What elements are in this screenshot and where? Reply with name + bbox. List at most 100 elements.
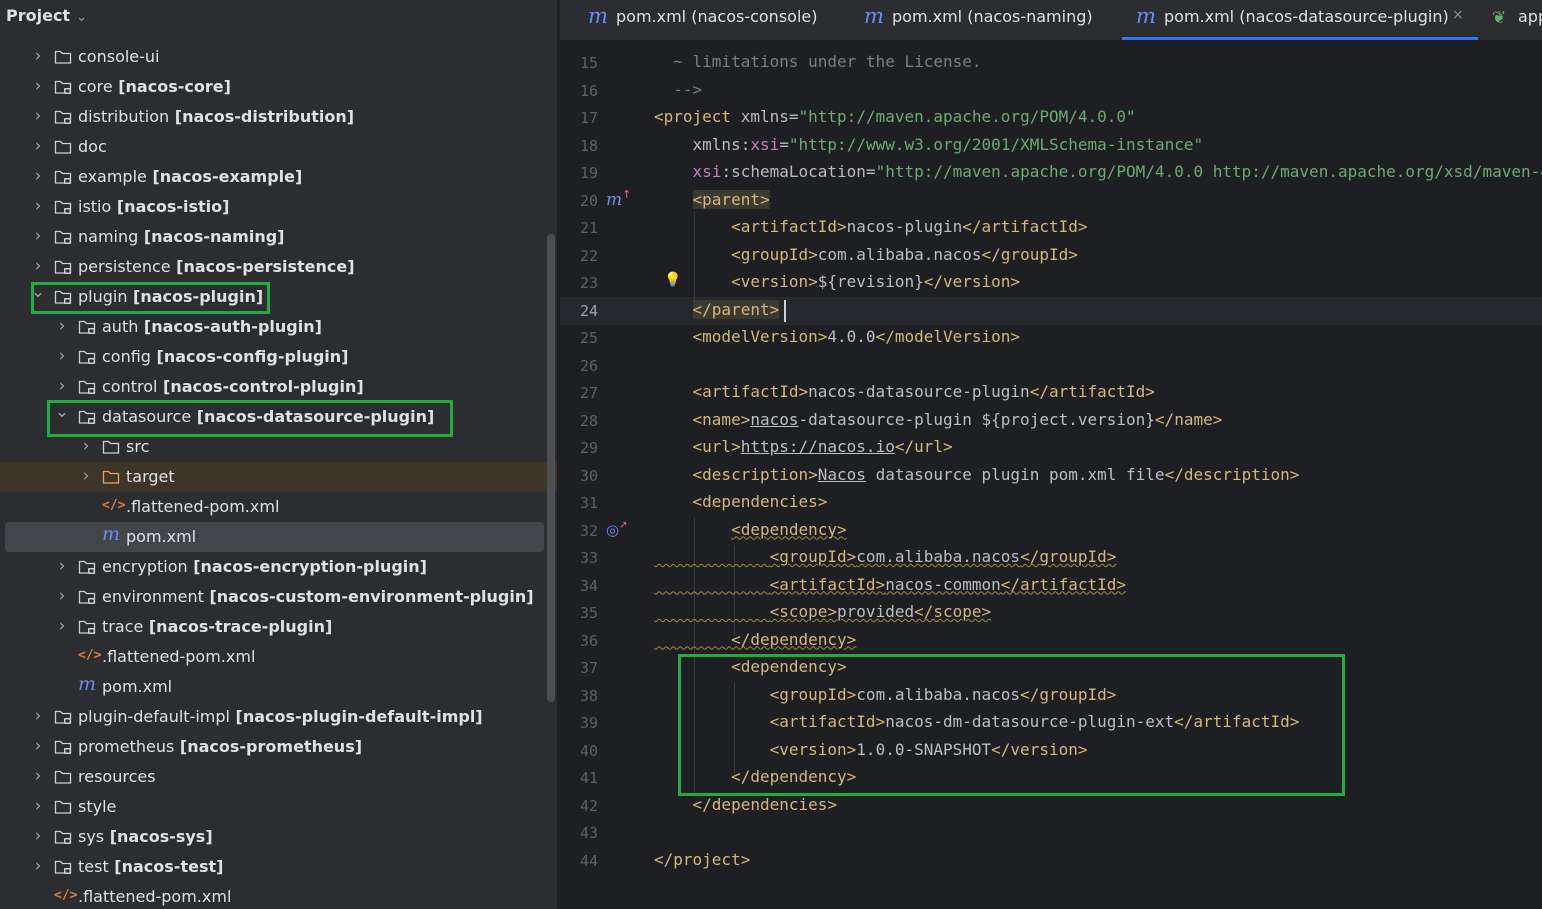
tab-app[interactable]: ❦ app bbox=[1492, 0, 1542, 40]
code-line[interactable]: <modelVersion>4.0.0</modelVersion> bbox=[654, 327, 1021, 346]
module-name: [nacos-config-plugin] bbox=[150, 347, 349, 366]
code-line[interactable]: <name>nacos-datasource-plugin ${project.… bbox=[654, 410, 1223, 429]
highlight-box-new-dependency bbox=[678, 654, 1345, 796]
line-number: 42 bbox=[579, 796, 598, 815]
tree-item-resources[interactable]: › resources bbox=[0, 762, 557, 792]
chevron-right-icon[interactable]: › bbox=[54, 586, 70, 606]
project-view-selector[interactable]: Project ⌄ bbox=[6, 6, 87, 25]
chevron-right-icon[interactable]: › bbox=[30, 826, 46, 846]
tree-item-core[interactable]: › core [nacos-core] bbox=[0, 72, 557, 102]
tree-item-pom-xml[interactable]: m pom.xml bbox=[0, 522, 557, 552]
chevron-right-icon[interactable]: › bbox=[78, 466, 94, 486]
close-icon[interactable]: × bbox=[1452, 7, 1464, 23]
tree-item-doc[interactable]: › doc bbox=[0, 132, 557, 162]
chevron-right-icon[interactable]: › bbox=[30, 106, 46, 126]
tab-pom-xml-nacos-console[interactable]: m pom.xml (nacos-console) bbox=[588, 0, 848, 40]
tree-item-encryption[interactable]: › encryption [nacos-encryption-plugin] bbox=[0, 552, 557, 582]
chevron-right-icon[interactable]: › bbox=[30, 46, 46, 66]
tree-item-trace[interactable]: › trace [nacos-trace-plugin] bbox=[0, 612, 557, 642]
code-line[interactable]: <scope>provided</scope> bbox=[654, 602, 992, 621]
tab-pom-xml-nacos-naming[interactable]: m pom.xml (nacos-naming) bbox=[864, 0, 1126, 40]
tree-item-test[interactable]: › test [nacos-test] bbox=[0, 852, 557, 882]
tree-item-persistence[interactable]: › persistence [nacos-persistence] bbox=[0, 252, 557, 282]
chevron-right-icon[interactable]: › bbox=[30, 856, 46, 876]
tree-item-pom-xml[interactable]: m pom.xml bbox=[0, 672, 557, 702]
code-line[interactable]: </parent> bbox=[654, 299, 780, 319]
code-line[interactable]: <version>${revision}</version> bbox=[654, 272, 1020, 291]
tree-item-label: istio [nacos-istio] bbox=[78, 195, 229, 219]
code-line[interactable]: <artifactId>nacos-plugin</artifactId> bbox=[654, 217, 1087, 236]
tree-item-prometheus[interactable]: › prometheus [nacos-prometheus] bbox=[0, 732, 557, 762]
code-line[interactable]: <project xmlns="http://maven.apache.org/… bbox=[654, 107, 1136, 126]
chevron-right-icon[interactable]: › bbox=[54, 316, 70, 336]
sidebar-scrollbar[interactable] bbox=[547, 234, 555, 702]
tree-item-example[interactable]: › example [nacos-example] bbox=[0, 162, 557, 192]
code-line[interactable]: <groupId>com.alibaba.nacos</groupId> bbox=[654, 547, 1117, 566]
code-line[interactable]: <dependency> bbox=[654, 520, 847, 539]
tree-item-label: console-ui bbox=[78, 45, 160, 69]
tab-pom-xml-nacos-datasource-plugin[interactable]: m pom.xml (nacos-datasource-plugin) × bbox=[1122, 0, 1481, 40]
code-line[interactable]: xsi:schemaLocation="http://maven.apache.… bbox=[654, 162, 1542, 181]
chevron-right-icon[interactable]: › bbox=[30, 736, 46, 756]
line-number: 37 bbox=[579, 659, 598, 677]
tree-item-console-ui[interactable]: › console-ui bbox=[0, 42, 557, 72]
code-line[interactable]: </dependency> bbox=[654, 630, 856, 649]
code-line[interactable]: <dependencies> bbox=[654, 492, 828, 511]
chevron-right-icon[interactable]: › bbox=[54, 346, 70, 366]
chevron-right-icon[interactable]: › bbox=[30, 196, 46, 216]
code-line[interactable]: --> bbox=[654, 80, 702, 99]
chevron-right-icon[interactable]: › bbox=[54, 376, 70, 396]
folder-icon bbox=[54, 800, 72, 814]
code-line[interactable]: <artifactId>nacos-common</artifactId> bbox=[654, 575, 1126, 594]
tree-item-control[interactable]: › control [nacos-control-plugin] bbox=[0, 372, 557, 402]
code-line[interactable]: <url>https://nacos.io</url> bbox=[654, 437, 953, 456]
chevron-right-icon[interactable]: › bbox=[30, 136, 46, 156]
tree-item-istio[interactable]: › istio [nacos-istio] bbox=[0, 192, 557, 222]
chevron-right-icon[interactable]: › bbox=[30, 706, 46, 726]
chevron-right-icon[interactable]: › bbox=[30, 166, 46, 186]
tree-item-distribution[interactable]: › distribution [nacos-distribution] bbox=[0, 102, 557, 132]
tree-item-flattened-pom-xml[interactable]: </> .flattened-pom.xml bbox=[0, 882, 557, 909]
tree-item-label: control [nacos-control-plugin] bbox=[102, 375, 364, 399]
code-line[interactable]: ~ limitations under the License. bbox=[654, 52, 981, 71]
item-name: istio bbox=[78, 197, 112, 216]
tree-item-label: environment [nacos-custom-environment-pl… bbox=[102, 585, 534, 609]
tree-item-environment[interactable]: › environment [nacos-custom-environment-p… bbox=[0, 582, 557, 612]
maven-icon: m bbox=[1136, 4, 1156, 28]
tree-item-config[interactable]: › config [nacos-config-plugin] bbox=[0, 342, 557, 372]
chevron-right-icon[interactable]: › bbox=[30, 796, 46, 816]
code-line[interactable]: <description>Nacos datasource plugin pom… bbox=[654, 465, 1300, 484]
tree-item-plugin-default-impl[interactable]: › plugin-default-impl [nacos-plugin-defau… bbox=[0, 702, 557, 732]
code-line[interactable]: </dependencies> bbox=[654, 795, 838, 814]
chevron-right-icon[interactable]: › bbox=[78, 436, 94, 456]
tree-item-sys[interactable]: › sys [nacos-sys] bbox=[0, 822, 557, 852]
override-up-icon[interactable]: m↑ bbox=[606, 188, 631, 210]
chevron-right-icon[interactable]: › bbox=[30, 76, 46, 96]
tree-item-naming[interactable]: › naming [nacos-naming] bbox=[0, 222, 557, 252]
code-line[interactable]: </project> bbox=[654, 850, 750, 869]
tree-item-flattened-pom-xml[interactable]: </> .flattened-pom.xml bbox=[0, 492, 557, 522]
code-line[interactable]: xmlns:xsi="http://www.w3.org/2001/XMLSch… bbox=[654, 135, 1204, 154]
module-folder-icon bbox=[54, 80, 72, 94]
dependency-target-icon[interactable]: ◎↗ bbox=[606, 520, 627, 539]
tree-item-auth[interactable]: › auth [nacos-auth-plugin] bbox=[0, 312, 557, 342]
code-line[interactable]: <artifactId>nacos-datasource-plugin</art… bbox=[654, 382, 1155, 401]
code-line[interactable]: <parent> bbox=[654, 189, 770, 209]
tree-item-style[interactable]: › style bbox=[0, 792, 557, 822]
folder-icon bbox=[102, 440, 120, 454]
active-tab-indicator bbox=[1122, 37, 1478, 40]
tab-label: pom.xml (nacos-datasource-plugin) bbox=[1164, 7, 1449, 26]
folder-icon bbox=[54, 770, 72, 784]
xml-file-icon: </> bbox=[78, 648, 102, 663]
chevron-right-icon[interactable]: › bbox=[30, 226, 46, 246]
chevron-right-icon[interactable]: › bbox=[54, 616, 70, 636]
code-line[interactable]: <groupId>com.alibaba.nacos</groupId> bbox=[654, 245, 1078, 264]
tree-item-target[interactable]: › target bbox=[0, 462, 557, 492]
highlight-box-plugin bbox=[31, 282, 270, 314]
item-name: pom.xml bbox=[102, 677, 173, 696]
chevron-right-icon[interactable]: › bbox=[30, 766, 46, 786]
item-name: naming bbox=[78, 227, 139, 246]
chevron-right-icon[interactable]: › bbox=[30, 256, 46, 276]
chevron-right-icon[interactable]: › bbox=[54, 556, 70, 576]
tree-item-flattened-pom-xml[interactable]: </> .flattened-pom.xml bbox=[0, 642, 557, 672]
